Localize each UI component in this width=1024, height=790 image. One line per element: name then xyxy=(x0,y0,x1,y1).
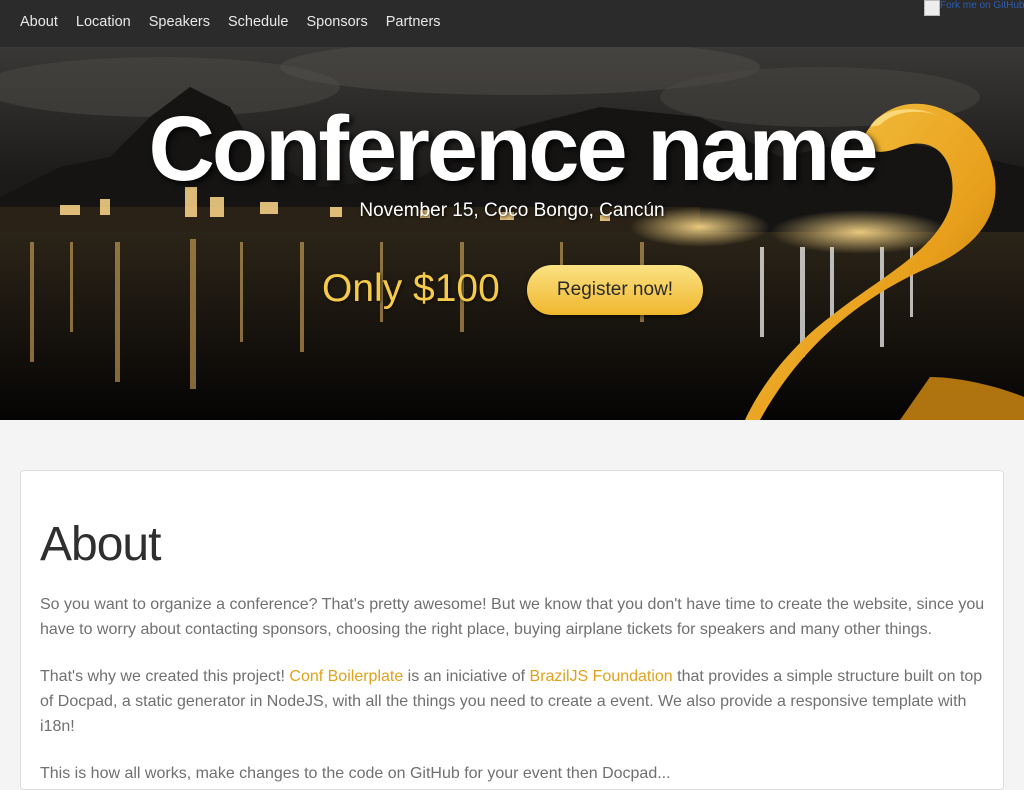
top-navbar: About Location Speakers Schedule Sponsor… xyxy=(0,0,1024,47)
fork-me-github-ribbon[interactable]: Fork me on GitHub xyxy=(924,0,1024,16)
conf-boilerplate-link[interactable]: Conf Boilerplate xyxy=(289,668,403,685)
nav-link-location[interactable]: Location xyxy=(76,14,131,30)
ticket-price: Only $100 xyxy=(322,267,500,310)
nav-link-about[interactable]: About xyxy=(20,14,58,30)
about-p2-text-a: That's why we created this project! xyxy=(40,668,290,685)
about-section: About So you want to organize a conferen… xyxy=(20,470,1004,790)
broken-image-icon xyxy=(924,0,940,16)
conference-date-location: November 15, Coco Bongo, Cancún xyxy=(359,200,665,221)
hero-banner: Conference name November 15, Coco Bongo,… xyxy=(0,47,1024,420)
about-paragraph-1: So you want to organize a conference? Th… xyxy=(40,596,985,638)
nav-link-partners[interactable]: Partners xyxy=(386,14,441,30)
about-paragraph-2: That's why we created this project! Conf… xyxy=(40,664,988,739)
fork-ribbon-alt-text: Fork me on GitHub xyxy=(940,0,1024,11)
nav-menu: About Location Speakers Schedule Sponsor… xyxy=(20,13,441,31)
about-heading: About xyxy=(40,518,161,571)
braziljs-foundation-link[interactable]: BrazilJS Foundation xyxy=(530,668,673,685)
about-p2-text-b: is an iniciative of xyxy=(403,668,530,685)
register-button[interactable]: Register now! xyxy=(527,265,703,315)
nav-link-speakers[interactable]: Speakers xyxy=(149,14,210,30)
about-paragraph-3: This is how all works, make changes to t… xyxy=(40,765,671,782)
nav-link-schedule[interactable]: Schedule xyxy=(228,14,288,30)
nav-link-sponsors[interactable]: Sponsors xyxy=(306,14,367,30)
conference-title: Conference name xyxy=(148,98,878,200)
